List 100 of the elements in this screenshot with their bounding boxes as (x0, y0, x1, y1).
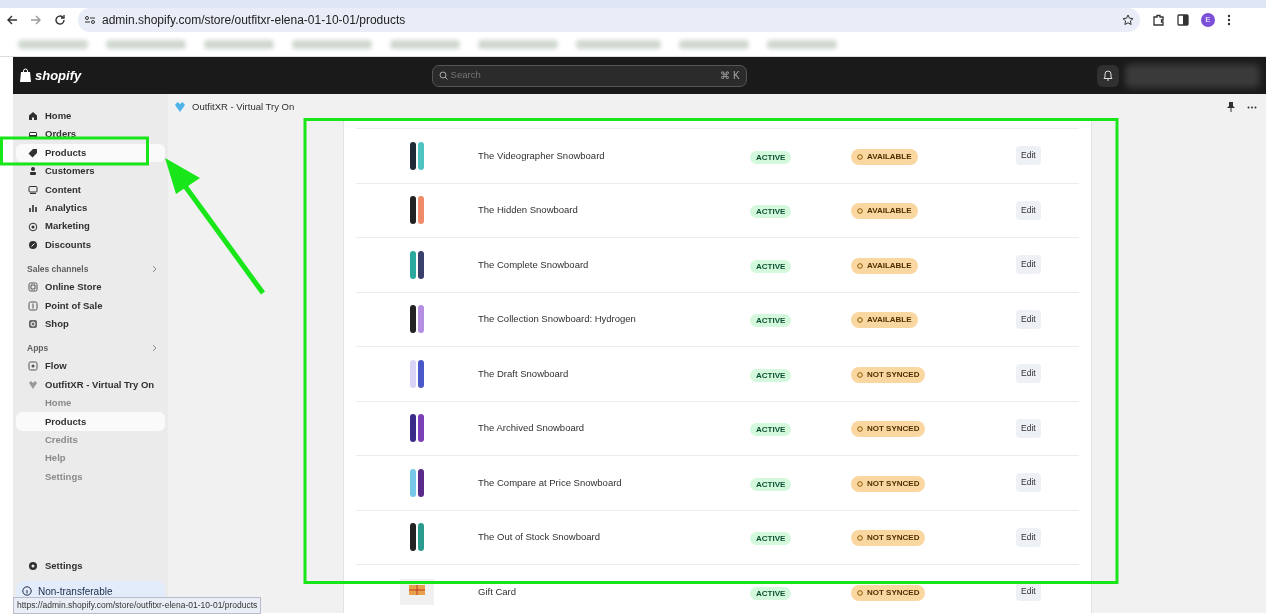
snowboard-icon (409, 195, 425, 226)
snowboard-icon (409, 522, 425, 553)
point-of-sale-icon (28, 300, 38, 311)
edit-button[interactable]: Edit (1016, 200, 1041, 220)
target-icon (28, 221, 38, 232)
product-name: The Compare at Price Snowboard (478, 475, 623, 490)
section-title: Sales channels (27, 262, 89, 276)
nav-item[interactable]: Online Store (16, 278, 165, 297)
gear-icon (28, 560, 38, 571)
sync-badge: AVAILABLE (851, 203, 918, 220)
sync-badge: AVAILABLE (851, 148, 918, 165)
edit-button[interactable]: Edit (1016, 527, 1041, 547)
status-badge: ACTIVE (750, 586, 792, 600)
shortcut-hint: ⌘ K (720, 69, 740, 83)
product-name: The Collection Snowboard: Hydrogen (478, 312, 637, 327)
edit-button[interactable]: Edit (1016, 582, 1041, 602)
status-badge: ACTIVE (750, 150, 792, 164)
flow-icon (28, 361, 38, 372)
sync-badge: NOT SYNCED (851, 530, 926, 547)
address-bar[interactable]: admin.shopify.com/store/outfitxr-elena-01-10-01/products (78, 8, 1140, 32)
product-name: The Videographer Snowboard (478, 148, 606, 163)
pin-icon[interactable] (1227, 102, 1235, 112)
more-icon[interactable] (1227, 14, 1231, 26)
status-badge: ACTIVE (750, 423, 792, 437)
url-text: admin.shopify.com/store/outfitxr-elena-01-10-01/products (102, 12, 407, 29)
nav-item[interactable]: Customers (16, 162, 165, 181)
status-circle-icon (857, 262, 863, 269)
info-icon (22, 586, 32, 596)
monitor-icon (28, 184, 38, 195)
notice-text: Non-transferable (38, 584, 113, 599)
nav-item[interactable]: Shop (16, 314, 165, 334)
nav-item[interactable]: Home (16, 107, 165, 126)
sync-badge: NOT SYNCED (851, 584, 926, 601)
extensions-icon[interactable] (1152, 13, 1165, 27)
snowboard-icon (409, 140, 425, 171)
section-title: Apps (27, 341, 49, 355)
sync-badge: NOT SYNCED (851, 366, 926, 383)
edit-button[interactable]: Edit (1016, 418, 1041, 438)
nav-item[interactable]: Settings (16, 556, 165, 575)
bar-chart-icon (28, 203, 38, 214)
edit-button[interactable]: Edit (1016, 473, 1041, 493)
status-circle-icon (857, 208, 863, 215)
profile-avatar[interactable]: E (1201, 13, 1215, 27)
nav-item[interactable]: Content (16, 180, 165, 199)
discount-icon (28, 239, 38, 250)
forward-icon[interactable] (30, 14, 42, 26)
nav-item[interactable]: OutfitXR - Virtual Try On (16, 375, 165, 395)
product-name: The Complete Snowboard (478, 257, 590, 272)
nav-item[interactable]: Marketing (16, 217, 165, 236)
sync-badge: AVAILABLE (851, 312, 918, 329)
chevron-right-icon[interactable] (152, 344, 157, 353)
sync-badge: NOT SYNCED (851, 421, 926, 438)
product-name: The Hidden Snowboard (478, 203, 579, 218)
nav-item[interactable]: Discounts (16, 235, 165, 255)
status-circle-icon (857, 535, 863, 542)
app-logo-icon (174, 101, 186, 113)
shopping-bag-icon (19, 68, 32, 83)
status-badge: ACTIVE (750, 314, 792, 328)
notifications-button[interactable] (1097, 64, 1119, 87)
product-name: The Draft Snowboard (478, 366, 570, 381)
sync-badge: AVAILABLE (851, 257, 918, 274)
status-badge: ACTIVE (750, 259, 792, 273)
sync-badge: NOT SYNCED (851, 475, 926, 492)
more-icon[interactable] (1247, 105, 1257, 109)
edit-button[interactable]: Edit (1016, 255, 1041, 275)
edit-button[interactable]: Edit (1016, 364, 1041, 384)
snowboard-icon (409, 358, 425, 389)
site-settings-icon (84, 14, 96, 26)
edit-button[interactable]: Edit (1016, 146, 1041, 166)
shop-icon (28, 319, 38, 330)
side-panel-icon[interactable] (1177, 14, 1189, 26)
back-icon[interactable] (6, 14, 18, 26)
reload-icon[interactable] (54, 14, 66, 26)
snowboard-icon (409, 413, 425, 444)
status-circle-icon (857, 153, 863, 160)
search-bar[interactable]: Search ⌘ K (431, 64, 747, 87)
product-name: The Archived Snowboard (478, 421, 586, 436)
status-badge: ACTIVE (750, 477, 792, 491)
tag-icon (28, 147, 38, 158)
status-circle-icon (857, 371, 863, 378)
snowboard-icon (409, 467, 425, 498)
bell-icon (1103, 70, 1113, 81)
home-icon (28, 111, 38, 122)
nav-subitem[interactable]: Products (16, 412, 165, 431)
nav-item[interactable]: Analytics (16, 198, 165, 218)
product-name: Gift Card (478, 584, 517, 599)
search-icon (438, 71, 448, 80)
gift-card-icon (400, 578, 434, 605)
status-url: https://admin.shopify.com/store/outfitxr-elena-01-10-01/products (13, 597, 262, 614)
edit-button[interactable]: Edit (1016, 309, 1041, 329)
status-badge: ACTIVE (750, 532, 792, 546)
product-name: The Out of Stock Snowboard (478, 530, 601, 545)
chevron-right-icon[interactable] (152, 265, 157, 274)
nav-item[interactable]: Flow (16, 357, 165, 376)
app-title: OutfitXR - Virtual Try On (192, 99, 295, 114)
status-badge: ACTIVE (750, 368, 792, 382)
nav-item[interactable]: Point of Sale (16, 296, 165, 315)
star-icon[interactable] (1122, 14, 1134, 26)
search-field[interactable]: Search (450, 68, 718, 83)
nav-item[interactable]: Products (16, 143, 165, 163)
